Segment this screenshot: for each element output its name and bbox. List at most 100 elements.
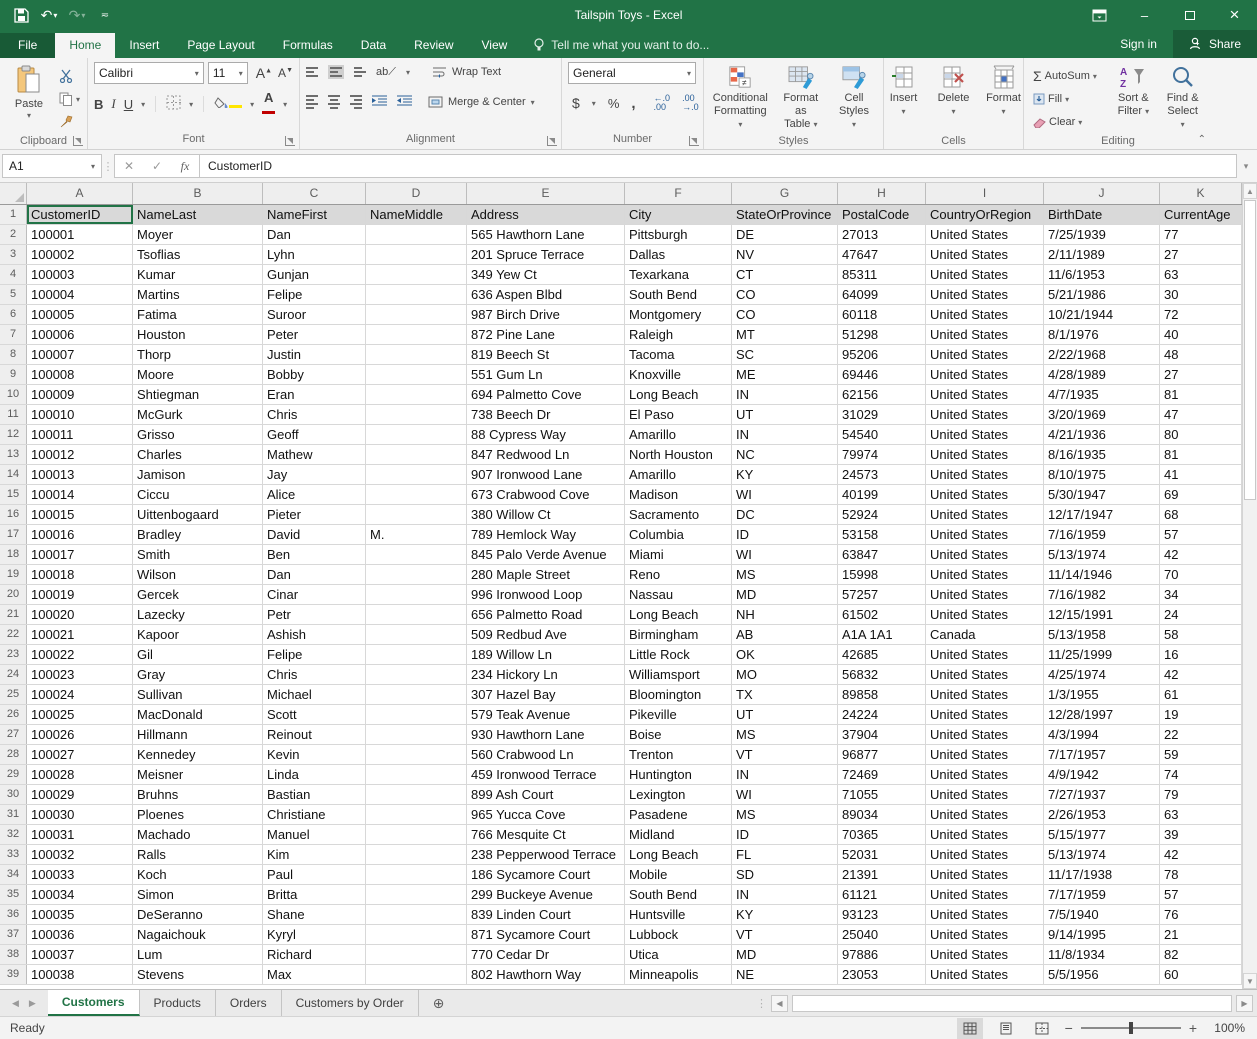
cell-H2[interactable]: 27013: [838, 225, 926, 244]
cell-A1[interactable]: CustomerID: [27, 205, 133, 224]
paste-button[interactable]: Paste▾: [6, 62, 52, 134]
cell-I16[interactable]: United States: [926, 505, 1044, 524]
cell-K10[interactable]: 81: [1160, 385, 1242, 404]
cell-C18[interactable]: Ben: [263, 545, 366, 564]
cell-E20[interactable]: 996 Ironwood Loop: [467, 585, 625, 604]
tab-file[interactable]: File: [0, 33, 55, 58]
cell-J32[interactable]: 5/15/1977: [1044, 825, 1160, 844]
insert-cells-button[interactable]: Insert▾: [881, 62, 927, 134]
cell-J1[interactable]: BirthDate: [1044, 205, 1160, 224]
row-number-32[interactable]: 32: [0, 825, 27, 844]
cell-J34[interactable]: 11/17/1938: [1044, 865, 1160, 884]
cell-D3[interactable]: [366, 245, 467, 264]
cell-B17[interactable]: Bradley: [133, 525, 263, 544]
name-box[interactable]: A1▾: [2, 154, 102, 178]
cell-A10[interactable]: 100009: [27, 385, 133, 404]
cell-I35[interactable]: United States: [926, 885, 1044, 904]
cell-K31[interactable]: 63: [1160, 805, 1242, 824]
cell-B5[interactable]: Martins: [133, 285, 263, 304]
cell-E7[interactable]: 872 Pine Lane: [467, 325, 625, 344]
clear-dropdown-icon[interactable]: ▾: [1078, 118, 1082, 127]
sign-in-button[interactable]: Sign in: [1104, 30, 1173, 58]
cell-E32[interactable]: 766 Mesquite Ct: [467, 825, 625, 844]
cell-D1[interactable]: NameMiddle: [366, 205, 467, 224]
cell-C13[interactable]: Mathew: [263, 445, 366, 464]
column-header-K[interactable]: K: [1160, 183, 1242, 204]
cell-J2[interactable]: 7/25/1939: [1044, 225, 1160, 244]
italic-button[interactable]: I: [111, 96, 115, 112]
cell-K33[interactable]: 42: [1160, 845, 1242, 864]
cell-C6[interactable]: Suroor: [263, 305, 366, 324]
cell-H18[interactable]: 63847: [838, 545, 926, 564]
cell-A15[interactable]: 100014: [27, 485, 133, 504]
paste-dropdown-icon[interactable]: ▾: [27, 111, 31, 120]
cell-I18[interactable]: United States: [926, 545, 1044, 564]
grid-body[interactable]: 1CustomerIDNameLastNameFirstNameMiddleAd…: [0, 205, 1242, 989]
cell-B34[interactable]: Koch: [133, 865, 263, 884]
row-number-11[interactable]: 11: [0, 405, 27, 424]
cell-A30[interactable]: 100029: [27, 785, 133, 804]
cell-E1[interactable]: Address: [467, 205, 625, 224]
align-left-button[interactable]: [306, 95, 318, 109]
cell-I39[interactable]: United States: [926, 965, 1044, 984]
cell-D36[interactable]: [366, 905, 467, 924]
cell-G31[interactable]: MS: [732, 805, 838, 824]
cell-F10[interactable]: Long Beach: [625, 385, 732, 404]
cell-G7[interactable]: MT: [732, 325, 838, 344]
cell-F16[interactable]: Sacramento: [625, 505, 732, 524]
cell-F33[interactable]: Long Beach: [625, 845, 732, 864]
cell-D39[interactable]: [366, 965, 467, 984]
cell-D38[interactable]: [366, 945, 467, 964]
cell-H35[interactable]: 61121: [838, 885, 926, 904]
cell-A27[interactable]: 100026: [27, 725, 133, 744]
cell-D9[interactable]: [366, 365, 467, 384]
cell-K39[interactable]: 60: [1160, 965, 1242, 984]
cell-C17[interactable]: David: [263, 525, 366, 544]
cell-B1[interactable]: NameLast: [133, 205, 263, 224]
maximize-button[interactable]: [1167, 0, 1212, 30]
cell-F36[interactable]: Huntsville: [625, 905, 732, 924]
cell-I25[interactable]: United States: [926, 685, 1044, 704]
cell-J26[interactable]: 12/28/1997: [1044, 705, 1160, 724]
customize-qat-icon[interactable]: ≂: [92, 2, 118, 28]
increase-indent-button[interactable]: [397, 95, 412, 109]
cell-J5[interactable]: 5/21/1986: [1044, 285, 1160, 304]
cell-H5[interactable]: 64099: [838, 285, 926, 304]
cell-G20[interactable]: MD: [732, 585, 838, 604]
cell-F18[interactable]: Miami: [625, 545, 732, 564]
cell-C22[interactable]: Ashish: [263, 625, 366, 644]
hscroll-left-icon[interactable]: ◀: [771, 995, 788, 1012]
cell-K5[interactable]: 30: [1160, 285, 1242, 304]
cell-G32[interactable]: ID: [732, 825, 838, 844]
cell-G39[interactable]: NE: [732, 965, 838, 984]
cell-D2[interactable]: [366, 225, 467, 244]
cell-D34[interactable]: [366, 865, 467, 884]
cell-A36[interactable]: 100035: [27, 905, 133, 924]
cell-C34[interactable]: Paul: [263, 865, 366, 884]
cell-E14[interactable]: 907 Ironwood Lane: [467, 465, 625, 484]
close-button[interactable]: ×: [1212, 0, 1257, 30]
cell-G13[interactable]: NC: [732, 445, 838, 464]
cell-F12[interactable]: Amarillo: [625, 425, 732, 444]
cell-G23[interactable]: OK: [732, 645, 838, 664]
cell-F37[interactable]: Lubbock: [625, 925, 732, 944]
cell-I10[interactable]: United States: [926, 385, 1044, 404]
cell-I12[interactable]: United States: [926, 425, 1044, 444]
cell-C16[interactable]: Pieter: [263, 505, 366, 524]
cell-K37[interactable]: 21: [1160, 925, 1242, 944]
font-color-dropdown-icon[interactable]: ▾: [283, 100, 287, 109]
fill-color-dropdown-icon[interactable]: ▾: [250, 100, 254, 109]
cell-E17[interactable]: 789 Hemlock Way: [467, 525, 625, 544]
cell-H21[interactable]: 61502: [838, 605, 926, 624]
cell-J36[interactable]: 7/5/1940: [1044, 905, 1160, 924]
cell-G34[interactable]: SD: [732, 865, 838, 884]
cell-C25[interactable]: Michael: [263, 685, 366, 704]
column-header-B[interactable]: B: [133, 183, 263, 204]
cell-D13[interactable]: [366, 445, 467, 464]
column-header-F[interactable]: F: [625, 183, 732, 204]
cell-D27[interactable]: [366, 725, 467, 744]
cell-J21[interactable]: 12/15/1991: [1044, 605, 1160, 624]
cell-I20[interactable]: United States: [926, 585, 1044, 604]
row-number-12[interactable]: 12: [0, 425, 27, 444]
cell-A26[interactable]: 100025: [27, 705, 133, 724]
